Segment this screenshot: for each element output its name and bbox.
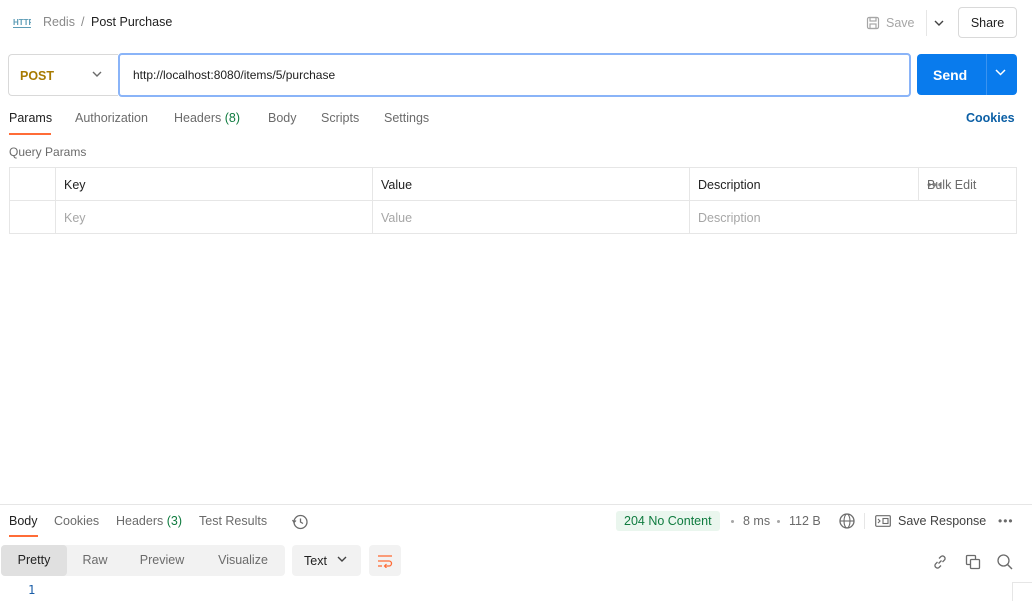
query-params-table: Key Value Description ••• Bulk Edit Key … — [9, 167, 1017, 234]
history-icon[interactable] — [291, 513, 309, 531]
breadcrumb-separator: / — [81, 15, 85, 29]
chevron-down-icon — [337, 556, 347, 562]
save-options-button[interactable] — [926, 10, 950, 36]
response-tab-cookies[interactable]: Cookies — [54, 514, 99, 528]
query-params-title: Query Params — [9, 145, 87, 159]
line-number: 1 — [28, 583, 36, 597]
active-response-tab-indicator — [9, 535, 38, 537]
breadcrumb-parent[interactable]: Redis — [43, 15, 75, 29]
url-input[interactable]: http://localhost:8080/items/5/purchase — [118, 53, 911, 97]
svg-text:HTTP: HTTP — [13, 18, 31, 27]
format-pretty[interactable]: Pretty — [1, 545, 67, 576]
separator-dot — [777, 520, 780, 523]
tab-settings[interactable]: Settings — [384, 111, 429, 125]
tab-body[interactable]: Body — [268, 111, 297, 125]
tab-authorization[interactable]: Authorization — [75, 111, 148, 125]
link-icon[interactable] — [931, 553, 949, 571]
save-response-icon — [875, 515, 891, 527]
http-icon: HTTP — [13, 18, 31, 28]
content-type-select[interactable]: Text — [292, 545, 361, 576]
response-tab-body[interactable]: Body — [9, 514, 38, 528]
request-tabs: Params Authorization Headers (8) Body Sc… — [0, 108, 1032, 136]
request-title[interactable]: Post Purchase — [91, 15, 172, 29]
bulk-edit-label: Bulk Edit — [927, 178, 977, 192]
send-label: Send — [933, 67, 968, 83]
response-tabs: Body Cookies Headers (3) Test Results 20… — [0, 505, 1032, 537]
response-format-bar: Pretty Raw Preview Visualize Text — [0, 545, 1032, 577]
search-icon[interactable] — [996, 553, 1014, 571]
save-response-button[interactable]: Save Response — [875, 514, 986, 528]
description-input[interactable]: Description — [689, 201, 1016, 234]
cookies-link[interactable]: Cookies — [966, 111, 1015, 125]
chevron-down-icon[interactable] — [995, 69, 1006, 76]
key-column-header: Key — [55, 168, 372, 201]
table-row: Key Value Description — [10, 201, 1016, 234]
url-text: http://localhost:8080/items/5/purchase — [133, 68, 336, 82]
tab-params[interactable]: Params — [9, 111, 52, 125]
bulk-edit-button[interactable]: ••• Bulk Edit — [919, 168, 1019, 201]
response-tab-test-results[interactable]: Test Results — [199, 514, 267, 528]
method-label: POST — [20, 69, 55, 83]
value-column-header: Value — [372, 168, 689, 201]
save-icon — [866, 16, 880, 30]
wrap-lines-button[interactable] — [369, 545, 401, 576]
more-options-icon[interactable]: ••• — [998, 514, 1014, 528]
table-header-row: Key Value Description ••• Bulk Edit — [10, 168, 1016, 201]
format-visualize[interactable]: Visualize — [201, 545, 285, 576]
response-tab-headers[interactable]: Headers (3) — [116, 514, 182, 528]
chevron-down-icon — [934, 20, 943, 26]
tab-scripts[interactable]: Scripts — [321, 111, 359, 125]
active-tab-indicator — [9, 133, 51, 135]
response-headers-count: (3) — [166, 514, 183, 528]
wrap-lines-icon — [378, 554, 393, 568]
save-button[interactable]: Save — [866, 12, 915, 34]
chevron-down-icon — [92, 71, 102, 77]
separator-dot — [731, 520, 734, 523]
save-label: Save — [886, 16, 915, 30]
save-response-label: Save Response — [898, 514, 987, 528]
method-select[interactable]: POST — [8, 54, 118, 96]
value-input[interactable]: Value — [372, 201, 689, 234]
content-type-label: Text — [304, 554, 327, 568]
bulk-edit-cell: ••• Bulk Edit — [918, 168, 1016, 201]
response-size[interactable]: 112 B — [789, 514, 821, 528]
share-button[interactable]: Share — [958, 7, 1017, 38]
status-badge[interactable]: 204 No Content — [616, 511, 720, 531]
response-time[interactable]: 8 ms — [743, 514, 770, 528]
format-segmented-control: Pretty Raw Preview Visualize — [1, 545, 285, 576]
globe-icon[interactable] — [838, 512, 856, 530]
header-bar: HTTP Redis / Post Purchase Save Share — [0, 0, 1032, 46]
tab-headers[interactable]: Headers (8) — [174, 111, 240, 125]
format-raw[interactable]: Raw — [67, 545, 123, 576]
key-input[interactable]: Key — [55, 201, 372, 234]
vertical-separator — [864, 513, 865, 529]
row-checkbox-cell — [10, 201, 55, 234]
description-column-header: Description — [689, 168, 918, 201]
format-preview[interactable]: Preview — [123, 545, 201, 576]
editor-scrollbar-corner — [1012, 582, 1032, 601]
headers-count: (8) — [224, 111, 241, 125]
send-divider — [986, 54, 987, 95]
checkbox-column-header — [10, 168, 55, 201]
copy-icon[interactable] — [964, 553, 982, 571]
send-button[interactable]: Send — [917, 54, 1017, 95]
